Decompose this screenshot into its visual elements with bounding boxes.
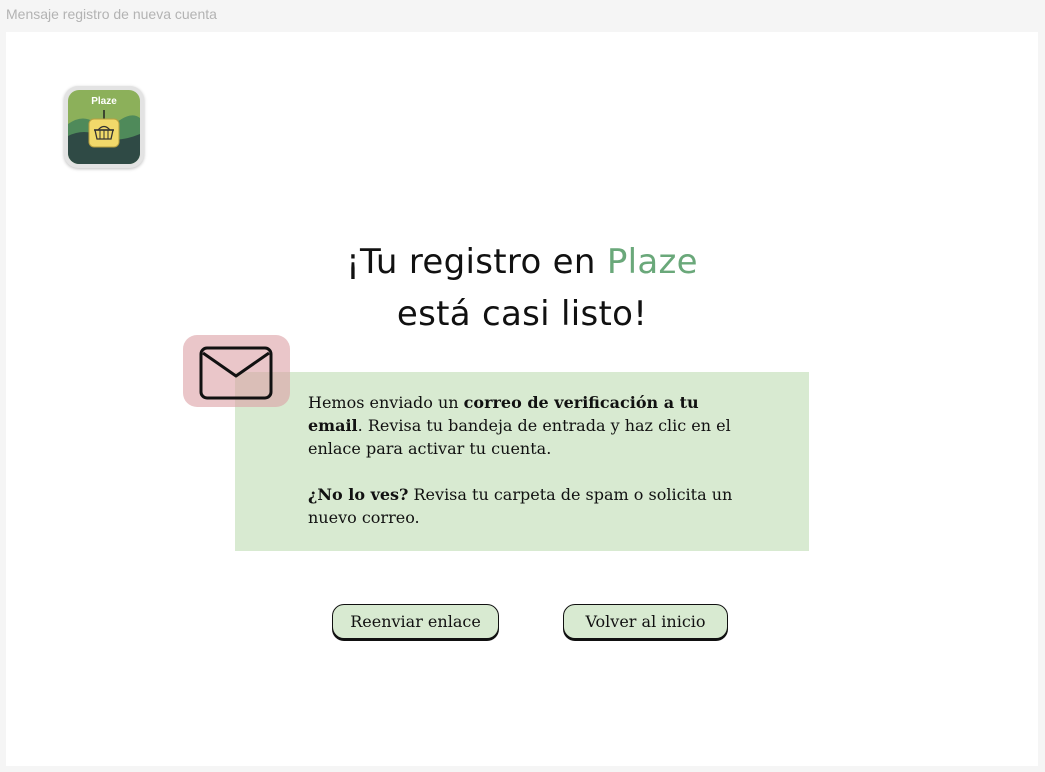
logo-text: Plaze: [91, 96, 117, 107]
frame-title: Mensaje registro de nueva cuenta: [6, 6, 217, 22]
verification-info-card: Hemos enviado un correo de verificación …: [235, 372, 809, 551]
registration-message-frame: Plaze ¡Tu registro en Plaze está casi li…: [6, 32, 1038, 766]
title-prefix: ¡Tu registro en: [346, 242, 607, 282]
app-logo: Plaze: [64, 86, 144, 168]
brand-name: Plaze: [606, 242, 698, 282]
info-text: Hemos enviado un correo de verificación …: [308, 391, 758, 529]
paragraph-text: . Revisa tu bandeja de entrada y haz cli…: [308, 416, 731, 458]
back-home-button[interactable]: Volver al inicio: [563, 604, 728, 639]
paragraph-bold: ¿No lo ves?: [308, 485, 409, 504]
envelope-icon: [199, 346, 273, 400]
resend-link-button[interactable]: Reenviar enlace: [332, 604, 499, 639]
page-title: ¡Tu registro en Plaze: [6, 236, 1038, 288]
paragraph-text: Hemos enviado un: [308, 393, 464, 412]
mail-badge: [183, 335, 290, 407]
spam-paragraph: ¿No lo ves? Revisa tu carpeta de spam o …: [308, 483, 758, 529]
verification-paragraph: Hemos enviado un correo de verificación …: [308, 391, 758, 460]
plaze-logo-icon: Plaze: [68, 90, 140, 164]
page-title-line2: está casi listo!: [396, 294, 648, 334]
